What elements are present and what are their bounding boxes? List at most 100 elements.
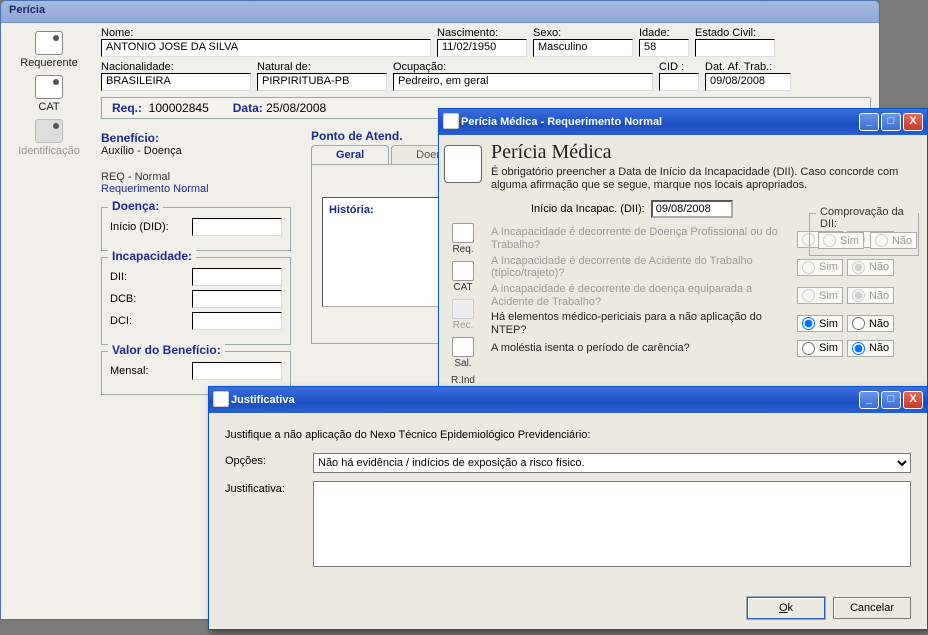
radio-sim: Sim bbox=[797, 259, 843, 276]
window-icon bbox=[443, 113, 459, 129]
document-icon bbox=[452, 299, 474, 319]
value-nacionalidade: BRASILEIRA bbox=[101, 73, 251, 91]
radio-sim[interactable]: Sim bbox=[797, 315, 843, 332]
label-natural-de: Natural de: bbox=[257, 61, 387, 73]
mid-sidebar: Req. CAT Rec. Sal. R.Ind bbox=[439, 135, 487, 397]
sidebar-item-rec: Rec. bbox=[439, 299, 487, 331]
window-justificativa: Justificativa _ □ X Justifique a não apl… bbox=[208, 386, 928, 630]
value-data: 25/08/2008 bbox=[266, 101, 326, 115]
label-nacionalidade: Nacionalidade: bbox=[101, 61, 251, 73]
sidebar-item-cat[interactable]: CAT bbox=[439, 261, 487, 293]
label-dii: DII: bbox=[110, 271, 186, 283]
label-inicio-dii: Início da Incapac. (DII): bbox=[531, 203, 645, 215]
label-dcb: DCB: bbox=[110, 293, 186, 305]
value-cid bbox=[659, 73, 699, 91]
sidebar-label: Requerente bbox=[1, 57, 97, 69]
label-estado-civil: Estado Civil: bbox=[695, 27, 775, 39]
document-icon bbox=[452, 261, 474, 281]
sidebar-item-identificacao: Identificação bbox=[1, 119, 97, 157]
document-icon bbox=[452, 223, 474, 243]
sidebar-item-req[interactable]: Req. bbox=[439, 223, 487, 255]
minimize-button[interactable]: _ bbox=[859, 391, 879, 409]
question-row: A moléstia isenta o período de carência?… bbox=[491, 340, 917, 357]
titlebar-pericia-medica[interactable]: Perícia Médica - Requerimento Normal _ □… bbox=[439, 109, 927, 135]
tab-geral[interactable]: Geral bbox=[311, 145, 389, 164]
label-req-normal: REQ - Normal bbox=[101, 171, 291, 183]
sidebar-item-sal[interactable]: Sal. bbox=[439, 337, 487, 369]
radio-nao[interactable]: Não bbox=[847, 340, 894, 357]
label-mensal: Mensal: bbox=[110, 365, 186, 377]
label-opcoes: Opções: bbox=[225, 453, 303, 467]
input-dci[interactable] bbox=[192, 312, 282, 330]
group-valor-beneficio: Valor do Benefício: bbox=[108, 343, 225, 357]
sidebar-label: Identificação bbox=[1, 145, 97, 157]
info-icon bbox=[35, 119, 63, 143]
label-historia: História: bbox=[329, 204, 374, 216]
money-icon bbox=[452, 337, 474, 357]
question-row: A Incapacidade é decorrente de Acidente … bbox=[491, 255, 917, 280]
value-beneficio: Auxílio - Doença bbox=[101, 145, 291, 157]
input-did[interactable] bbox=[192, 218, 282, 236]
value-req-normal: Requerimento Normal bbox=[101, 183, 291, 195]
heading-pericia-medica: Perícia Médica bbox=[491, 141, 917, 164]
radio-nao[interactable]: Não bbox=[847, 315, 894, 332]
titlebar-pericia[interactable]: Perícia bbox=[1, 1, 879, 23]
label-did: Início (DID): bbox=[110, 221, 186, 233]
window-icon bbox=[213, 391, 229, 407]
value-ocupacao: Pedreiro, em geral bbox=[393, 73, 653, 91]
minimize-button[interactable]: _ bbox=[859, 113, 879, 131]
sidebar-item-cat[interactable]: CAT bbox=[1, 75, 97, 113]
label-nome: Nome: bbox=[101, 27, 431, 39]
close-button[interactable]: X bbox=[903, 391, 923, 409]
value-natural-de: PIRPIRITUBA-PB bbox=[257, 73, 387, 91]
window-pericia-medica: Perícia Médica - Requerimento Normal _ □… bbox=[438, 108, 928, 398]
select-opcoes[interactable]: Não há evidência / indícios de exposição… bbox=[313, 453, 911, 473]
titlebar-justificativa[interactable]: Justificativa _ □ X bbox=[209, 387, 927, 413]
cancel-button[interactable]: Cancelar bbox=[833, 597, 911, 619]
radio-nao: Não bbox=[847, 287, 894, 304]
sidebar-item-rind[interactable]: R.Ind bbox=[439, 375, 487, 386]
sidebar-label: CAT bbox=[1, 101, 97, 113]
title-text: Perícia bbox=[9, 4, 45, 16]
sidebar-item-requerente[interactable]: Requerente bbox=[1, 31, 97, 69]
radio-comprov-nao: Não bbox=[870, 232, 917, 249]
label-nascimento: Nascimento: bbox=[437, 27, 527, 39]
pericia-large-icon bbox=[444, 145, 482, 183]
maximize-button[interactable]: □ bbox=[881, 113, 901, 131]
title-text: Perícia Médica - Requerimento Normal bbox=[461, 116, 662, 128]
input-mensal[interactable] bbox=[192, 362, 282, 380]
value-dat-af-trab: 09/08/2008 bbox=[705, 73, 791, 91]
question-text: A Incapacidade é decorrente de Acidente … bbox=[491, 255, 787, 280]
label-justificativa: Justificativa: bbox=[225, 481, 303, 495]
value-req: 100002845 bbox=[149, 101, 209, 115]
ok-button[interactable]: Ok bbox=[747, 597, 825, 619]
close-button[interactable]: X bbox=[903, 113, 923, 131]
maximize-button[interactable]: □ bbox=[881, 391, 901, 409]
explanation-text: É obrigatório preencher a Data de Início… bbox=[491, 166, 917, 192]
radio-sim[interactable]: Sim bbox=[797, 340, 843, 357]
group-doenca: Doença: bbox=[108, 199, 163, 213]
input-dcb[interactable] bbox=[192, 290, 282, 308]
question-text: A Incapacidade é decorrente de Doença Pr… bbox=[491, 226, 787, 251]
document-icon bbox=[35, 31, 63, 55]
label-idade: Idade: bbox=[639, 27, 689, 39]
label-sexo: Sexo: bbox=[533, 27, 633, 39]
value-sexo: Masculino bbox=[533, 39, 633, 57]
label-dat-af-trab: Dat. Af. Trab.: bbox=[705, 61, 791, 73]
question-text: A incapacidade é decorrente de doença eq… bbox=[491, 283, 787, 308]
question-text: A moléstia isenta o período de carência? bbox=[491, 342, 787, 355]
input-inicio-dii[interactable] bbox=[651, 200, 733, 218]
label-data: Data: bbox=[233, 101, 263, 115]
document-icon bbox=[35, 75, 63, 99]
label-beneficio: Benefício: bbox=[101, 131, 291, 145]
sidebar: Requerente CAT Identificação bbox=[1, 23, 97, 619]
value-nome: ANTONIO JOSE DA SILVA bbox=[101, 39, 431, 57]
value-nascimento: 11/02/1950 bbox=[437, 39, 527, 57]
value-idade: 58 bbox=[639, 39, 689, 57]
radio-sim: Sim bbox=[797, 287, 843, 304]
input-dii[interactable] bbox=[192, 268, 282, 286]
group-comprovacao-dii: Comprovação da DII: Sim Não bbox=[809, 213, 919, 256]
textarea-justificativa[interactable] bbox=[313, 481, 911, 567]
prompt-text: Justifique a não aplicação do Nexo Técni… bbox=[225, 429, 911, 441]
label-dci: DCI: bbox=[110, 315, 186, 327]
